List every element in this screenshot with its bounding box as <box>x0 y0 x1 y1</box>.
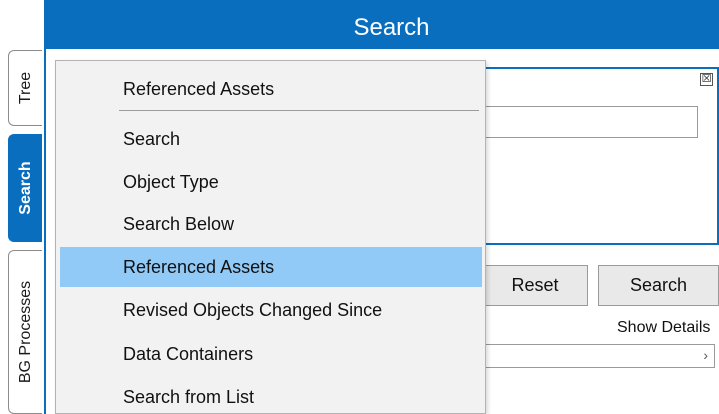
criteria-box <box>470 67 719 245</box>
tab-search[interactable]: Search <box>8 134 42 242</box>
reset-button[interactable]: Reset <box>482 265 588 306</box>
menu-header-current[interactable]: Referenced Assets <box>60 69 482 109</box>
close-box-icon[interactable]: ☒ <box>700 73 713 86</box>
menu-separator <box>119 110 479 111</box>
menu-item-search-from-list[interactable]: Search from List <box>60 377 482 414</box>
chevron-right-icon[interactable]: › <box>703 347 708 363</box>
tab-tree-label: Tree <box>16 71 34 105</box>
tab-search-label: Search <box>16 161 34 215</box>
title-bar: Search <box>44 0 719 49</box>
menu-item-search[interactable]: Search <box>60 119 482 159</box>
show-details-link[interactable]: Show Details <box>617 319 710 337</box>
tab-bg-processes[interactable]: BG Processes <box>8 250 42 414</box>
menu-item-object-type[interactable]: Object Type <box>60 162 482 202</box>
page-title: Search <box>353 14 430 41</box>
details-row[interactable]: › <box>470 344 715 368</box>
search-type-menu: Referenced Assets Search Object Type Sea… <box>55 60 486 414</box>
search-button[interactable]: Search <box>598 265 719 306</box>
menu-item-search-below[interactable]: Search Below <box>60 204 482 244</box>
tab-tree[interactable]: Tree <box>8 50 42 126</box>
tab-bg-processes-label: BG Processes <box>16 280 34 384</box>
menu-item-data-containers[interactable]: Data Containers <box>60 334 482 374</box>
menu-item-referenced-assets[interactable]: Referenced Assets <box>60 247 482 287</box>
menu-item-revised-objects[interactable]: Revised Objects Changed Since <box>60 290 482 330</box>
search-input[interactable] <box>470 106 698 138</box>
